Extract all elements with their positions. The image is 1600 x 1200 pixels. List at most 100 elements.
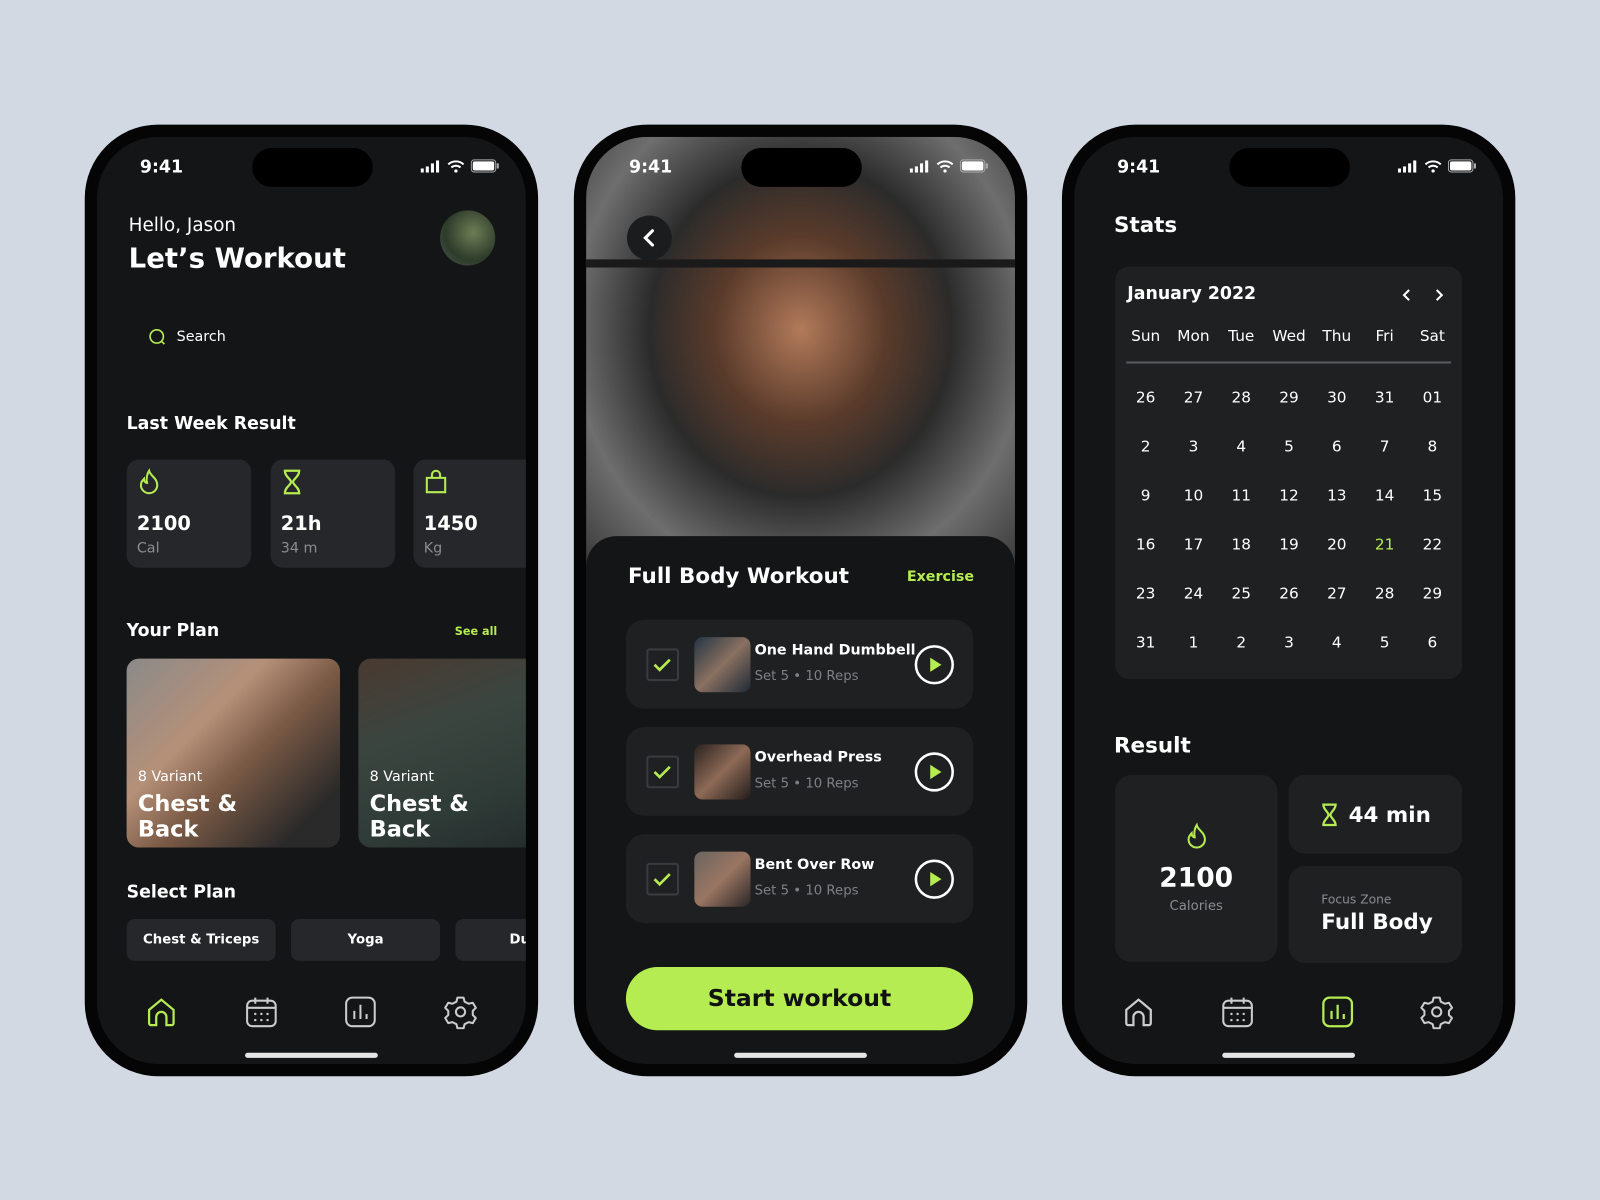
calendar-day[interactable]: 26	[1125, 388, 1166, 406]
checkbox-checked[interactable]	[646, 648, 680, 682]
search-input[interactable]: Search	[138, 319, 485, 356]
calendar-day[interactable]: 31	[1364, 388, 1405, 406]
calendar-day[interactable]: 5	[1364, 633, 1405, 651]
calendar-day[interactable]: 6	[1316, 437, 1357, 455]
status-time: 9:41	[1117, 157, 1161, 178]
nav-settings[interactable]	[1419, 995, 1454, 1030]
play-icon[interactable]	[914, 752, 955, 793]
search-icon	[149, 328, 165, 345]
calendar-day[interactable]: 16	[1125, 535, 1166, 553]
chevron-left-icon[interactable]	[1399, 287, 1413, 303]
calendar-day[interactable]: 26	[1269, 584, 1310, 602]
calendar-day[interactable]: 5	[1269, 437, 1310, 455]
calendar-day[interactable]: 18	[1221, 535, 1262, 553]
weekday-header: Wed	[1272, 326, 1306, 346]
calendar-day[interactable]: 10	[1173, 486, 1214, 504]
calendar-day[interactable]: 4	[1221, 437, 1262, 455]
nav-calendar[interactable]	[1220, 995, 1255, 1030]
exercise-item[interactable]: Bent Over Row Set 5 • 10 Reps	[625, 834, 974, 924]
flame-icon	[139, 468, 159, 495]
calendar-day[interactable]: 6	[1412, 633, 1453, 651]
calendar-day[interactable]: 01	[1412, 388, 1453, 406]
calendar-day[interactable]: 23	[1125, 584, 1166, 602]
calendar-day[interactable]: 27	[1316, 584, 1357, 602]
nav-calendar[interactable]	[244, 995, 279, 1030]
wifi-icon	[936, 159, 954, 173]
weight-icon	[425, 469, 447, 494]
focus-label: Focus Zone	[1321, 892, 1392, 907]
calendar-day[interactable]: 3	[1173, 437, 1214, 455]
calendar-day[interactable]: 30	[1316, 388, 1357, 406]
calendar-day[interactable]: 29	[1269, 388, 1310, 406]
calendar-day[interactable]: 12	[1269, 486, 1310, 504]
nav-stats[interactable]	[1320, 995, 1355, 1030]
signal-icon	[420, 159, 440, 173]
focus-value: Full Body	[1321, 909, 1433, 935]
see-all-link[interactable]: See all	[455, 625, 498, 638]
check-icon	[653, 658, 671, 672]
nav-settings[interactable]	[443, 995, 478, 1030]
chip-partial[interactable]: Du	[455, 918, 526, 961]
chevron-right-icon[interactable]	[1433, 287, 1447, 303]
status-icons	[909, 159, 989, 173]
calendar-day[interactable]: 13	[1316, 486, 1357, 504]
calendar-day[interactable]: 22	[1412, 535, 1453, 553]
workout-title: Full Body Workout	[627, 563, 849, 589]
home-icon	[1125, 998, 1152, 1027]
checkbox-checked[interactable]	[646, 755, 680, 789]
stat-card-weight: 1450 Kg	[413, 459, 526, 568]
back-button[interactable]	[626, 215, 672, 261]
signal-icon	[909, 159, 929, 173]
calendar-day[interactable]: 25	[1221, 584, 1262, 602]
calendar-icon	[246, 997, 277, 1028]
calendar-divider	[1126, 361, 1451, 364]
exercise-thumbnail	[694, 851, 751, 907]
calendar-day[interactable]: 15	[1412, 486, 1453, 504]
plan-card[interactable]: 8 Variant Chest & Back	[358, 658, 526, 848]
play-icon[interactable]	[914, 644, 955, 685]
plan-card[interactable]: 8 Variant Chest & Back	[126, 658, 341, 848]
start-workout-button[interactable]: Start workout	[625, 966, 974, 1031]
calendar-day[interactable]: 29	[1412, 584, 1453, 602]
calendar-day[interactable]: 11	[1221, 486, 1262, 504]
calendar-day[interactable]: 31	[1125, 633, 1166, 651]
battery-icon	[1447, 159, 1477, 173]
chip-chest-triceps[interactable]: Chest & Triceps	[126, 918, 276, 961]
calendar-day[interactable]: 8	[1412, 437, 1453, 455]
exercise-item[interactable]: One Hand Dumbbell Set 5 • 10 Reps	[625, 619, 974, 709]
home-indicator	[734, 1052, 867, 1058]
calendar-day[interactable]: 17	[1173, 535, 1214, 553]
calendar-day[interactable]: 21	[1364, 535, 1405, 553]
phone-stats: 9:41 Stats January 2022 Sun Mon Tue Wed Thu F…	[1061, 124, 1516, 1077]
workout-screen: 9:41 Full Body Workout Exercise One Hand…	[586, 136, 1015, 1064]
status-icons	[1397, 159, 1477, 173]
exercise-name: Bent Over Row	[754, 856, 875, 874]
exercise-link[interactable]: Exercise	[907, 569, 974, 585]
calendar-day[interactable]: 4	[1316, 633, 1357, 651]
calendar-day[interactable]: 2	[1125, 437, 1166, 455]
calendar-day[interactable]: 7	[1364, 437, 1405, 455]
status-time: 9:41	[139, 157, 184, 178]
weekday-header: Thu	[1322, 326, 1352, 346]
exercise-item[interactable]: Overhead Press Set 5 • 10 Reps	[625, 727, 974, 816]
play-icon[interactable]	[914, 859, 955, 900]
stat-value: 21h	[280, 512, 322, 536]
calendar-day[interactable]: 14	[1364, 486, 1405, 504]
nav-home[interactable]	[144, 995, 179, 1030]
nav-home[interactable]	[1121, 995, 1156, 1030]
calendar-day[interactable]: 9	[1125, 486, 1166, 504]
calendar-day[interactable]: 1	[1173, 633, 1214, 651]
calendar-day[interactable]: 28	[1364, 584, 1405, 602]
calendar-day[interactable]: 19	[1269, 535, 1310, 553]
chip-yoga[interactable]: Yoga	[291, 918, 441, 961]
calendar-day[interactable]: 20	[1316, 535, 1357, 553]
nav-stats[interactable]	[343, 995, 378, 1030]
calendar-day[interactable]: 27	[1173, 388, 1214, 406]
home-screen: 9:41 Hello, Jason Let’s Workout Search L…	[97, 136, 526, 1064]
calendar-day[interactable]: 24	[1173, 584, 1214, 602]
calendar-day[interactable]: 28	[1221, 388, 1262, 406]
calendar-day[interactable]: 2	[1221, 633, 1262, 651]
avatar[interactable]	[440, 210, 496, 266]
calendar-day[interactable]: 3	[1269, 633, 1310, 651]
checkbox-checked[interactable]	[646, 862, 680, 896]
